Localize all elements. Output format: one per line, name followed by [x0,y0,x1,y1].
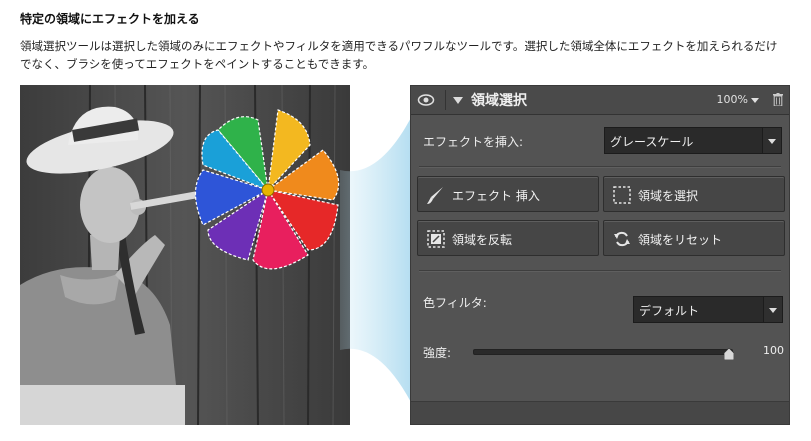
panel-header: 領域選択 100% [411,86,789,115]
triangle-down-icon[interactable] [453,97,463,104]
reset-arrows-icon [614,231,630,247]
reset-area-button[interactable]: 領域をリセット [603,220,785,256]
dashed-square-icon [613,186,631,204]
effect-select-value: グレースケール [610,135,694,149]
color-filter-value: デフォルト [639,304,700,318]
invert-selection-icon [427,230,445,248]
example-photo [20,85,350,425]
divider [419,166,781,168]
strength-slider-thumb[interactable] [724,348,734,360]
panel-title: 領域選択 [471,93,527,109]
invert-area-button[interactable]: 領域を反転 [417,220,599,256]
insert-effect-button[interactable]: エフェクト 挿入 [417,176,599,212]
zoom-dropdown[interactable]: 100% [717,93,759,106]
zoom-value: 100% [716,93,748,106]
chevron-down-icon [762,128,781,153]
insert-effect-label: エフェクト 挿入 [452,189,540,203]
panel-footer [411,401,789,424]
description-line-1: 領域選択ツールは選択した領域のみにエフェクトやフィルタを適用できるパワフルなツー… [20,39,778,53]
chevron-down-icon [751,97,759,103]
color-filter-select[interactable]: デフォルト [633,296,783,323]
strength-value: 100 [763,344,784,357]
effect-select[interactable]: グレースケール [604,127,782,154]
select-area-label: 領域を選択 [638,189,699,203]
invert-area-label: 領域を反転 [452,233,513,247]
strength-slider-track[interactable] [473,349,733,355]
trash-icon[interactable] [773,93,783,106]
divider [419,270,781,272]
color-filter-label: 色フィルタ: [423,296,487,310]
description-line-2: でなく、ブラシを使ってエフェクトをペイントすることもできます。 [20,57,375,71]
effect-label: エフェクトを挿入: [423,135,524,149]
selection-panel: 領域選択 100% エフェクトを挿入: グレースケール エフェクト 挿入 領域を… [410,85,790,425]
reset-area-label: 領域をリセット [638,233,723,247]
chevron-down-icon [763,297,782,322]
connector-glow [340,110,415,410]
section-description: 領域選択ツールは選択した領域のみにエフェクトやフィルタを適用できるパワフルなツー… [20,37,810,73]
brush-icon [427,187,443,204]
header-separator [445,90,446,110]
strength-label: 強度: [423,346,452,360]
eye-icon[interactable] [417,92,435,108]
section-heading: 特定の領域にエフェクトを加える [20,12,200,26]
select-area-button[interactable]: 領域を選択 [603,176,785,212]
